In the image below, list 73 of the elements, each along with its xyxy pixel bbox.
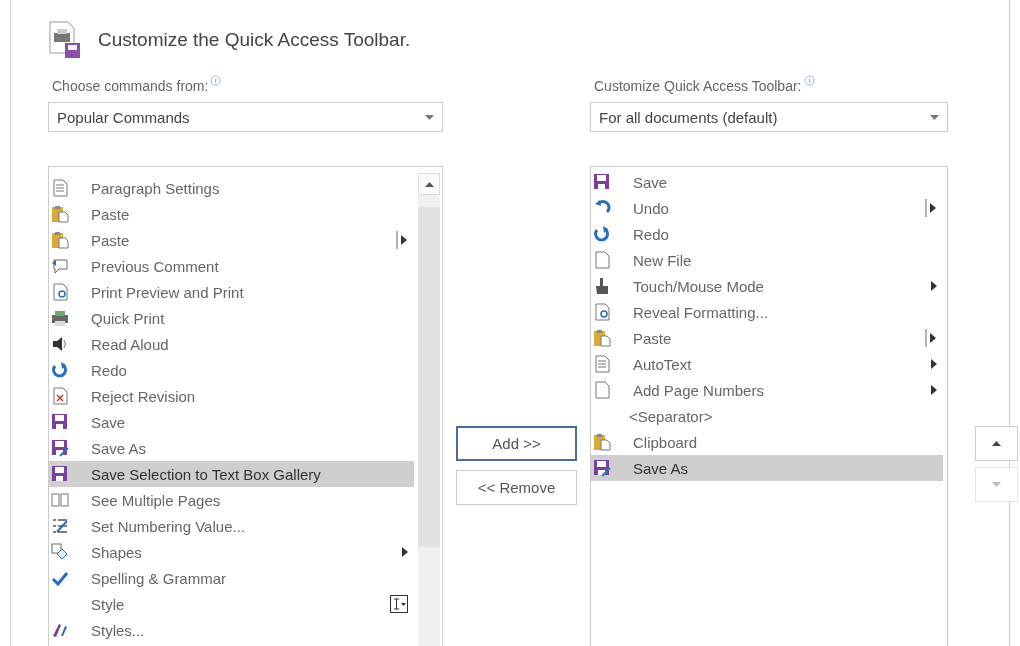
checkmark-icon xyxy=(51,569,69,587)
brush-icon xyxy=(51,621,69,639)
list-item[interactable]: Save As xyxy=(49,435,414,461)
list-item[interactable]: Previous Comment xyxy=(49,253,414,279)
list-item[interactable]: Paste xyxy=(591,325,943,351)
printer-icon xyxy=(51,309,69,327)
info-icon xyxy=(210,75,222,86)
list-item[interactable]: Paste xyxy=(49,201,414,227)
down-arrow-icon xyxy=(992,482,1001,487)
list-item[interactable]: AutoText xyxy=(591,351,943,377)
scrollbar-thumb[interactable] xyxy=(418,207,440,547)
floppy-pen-icon xyxy=(593,459,611,477)
printer-floppy-icon xyxy=(48,21,82,59)
list-item[interactable]: Redo xyxy=(49,357,414,383)
lines-page-icon xyxy=(593,355,611,373)
speaker-icon xyxy=(51,335,69,353)
list-item[interactable]: Redo xyxy=(591,221,943,247)
comment-icon xyxy=(51,257,69,275)
up-arrow-icon xyxy=(424,181,434,187)
list-item[interactable]: Save As xyxy=(591,455,943,481)
list-item[interactable]: Styles... xyxy=(49,617,414,643)
list-item[interactable]: Undo xyxy=(591,195,943,221)
list-item[interactable]: Quick Print xyxy=(49,305,414,331)
clipboard-icon xyxy=(51,205,69,223)
add-button[interactable]: Add >> xyxy=(456,426,577,461)
scroll-up-button[interactable] xyxy=(418,173,440,195)
magnifier-page-icon xyxy=(51,283,69,301)
lines-page-icon xyxy=(51,179,69,197)
clipboard-icon xyxy=(593,433,611,451)
list-item[interactable]: New File xyxy=(591,247,943,273)
list-item[interactable]: Paragraph Settings xyxy=(49,175,414,201)
list-item[interactable]: Touch/Mouse Mode xyxy=(591,273,943,299)
redo-icon xyxy=(593,225,611,243)
field-label: Customize Quick Access Toolbar: xyxy=(594,78,802,94)
list-item[interactable]: <Separator> xyxy=(591,403,943,429)
floppy-pen-icon xyxy=(51,439,69,457)
up-arrow-icon xyxy=(992,441,1001,446)
floppy-page-icon xyxy=(51,465,69,483)
move-up-button[interactable] xyxy=(975,426,1018,461)
caret-icon xyxy=(425,114,434,120)
list-item[interactable]: Add Page Numbers xyxy=(591,377,943,403)
shapes-icon xyxy=(51,543,69,561)
list-item[interactable]: Save xyxy=(49,409,414,435)
list-item[interactable]: Paste xyxy=(49,227,414,253)
list-item[interactable]: See Multiple Pages xyxy=(49,487,414,513)
page-icon xyxy=(593,381,611,399)
page-icon xyxy=(593,251,611,269)
list-item[interactable]: Clipboard xyxy=(591,429,943,455)
list-item[interactable]: Print Preview and Print xyxy=(49,279,414,305)
list-item[interactable]: Read Aloud xyxy=(49,331,414,357)
list-item[interactable]: Save xyxy=(591,169,943,195)
list-item[interactable]: Reveal Formatting... xyxy=(591,299,943,325)
list-icon xyxy=(51,517,69,535)
list-item[interactable]: Reject Revision xyxy=(49,383,414,409)
info-icon xyxy=(803,75,815,86)
list-item[interactable]: Style xyxy=(49,591,414,617)
field-label: Choose commands from: xyxy=(52,78,209,94)
list-item[interactable]: Shapes xyxy=(49,539,414,565)
reject-page-icon xyxy=(51,387,69,405)
scrollbar[interactable] xyxy=(418,173,440,646)
caret-icon xyxy=(930,114,939,120)
page-title: Customize the Quick Access Toolbar. xyxy=(98,29,411,51)
remove-button[interactable]: << Remove xyxy=(456,470,577,505)
commands-dropdown[interactable]: Popular Commands xyxy=(48,102,443,132)
clipboard-icon xyxy=(51,231,69,249)
redo-icon xyxy=(51,361,69,379)
clipboard-icon xyxy=(593,329,611,347)
list-item[interactable]: Save Selection to Text Box Gallery xyxy=(49,461,414,487)
list-item[interactable]: Spelling & Grammar xyxy=(49,565,414,591)
magnifier-page-icon xyxy=(593,303,611,321)
list-item[interactable]: Set Numbering Value... xyxy=(49,513,414,539)
documents-dropdown[interactable]: For all documents (default) xyxy=(590,102,948,132)
two-pages-icon xyxy=(51,491,69,509)
